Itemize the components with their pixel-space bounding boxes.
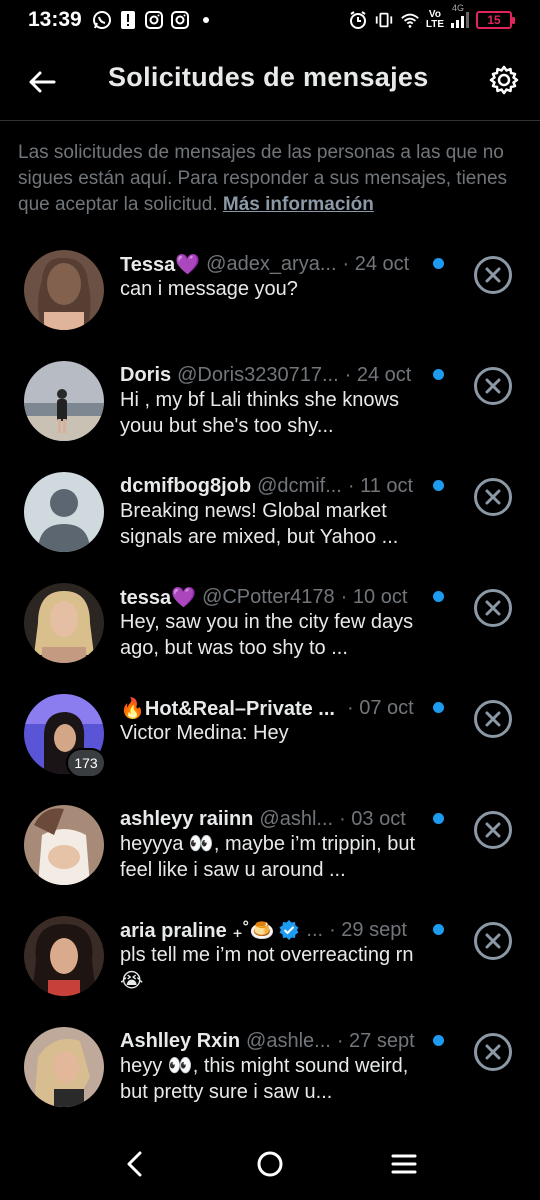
message-preview: Hey, saw you in the city few days ago, b…: [120, 611, 414, 659]
dismiss-button[interactable]: [473, 588, 513, 628]
request-date: · 07 oct: [346, 696, 414, 719]
avatar[interactable]: [24, 916, 104, 996]
sender-name: 🔥Hot&Real–Private ...: [120, 697, 335, 720]
sender-handle: @CPotter4178: [202, 585, 335, 608]
request-item[interactable]: ashleyy raiinn @ashl... · 03 oct heyyya …: [0, 805, 540, 916]
sender-name: dcmifbog8job: [120, 474, 252, 497]
sender-name: Ashlley Rxin: [120, 1029, 241, 1052]
dismiss-button[interactable]: [473, 1032, 513, 1072]
request-date: · 24 oct: [342, 252, 410, 275]
dismiss-button[interactable]: [473, 699, 513, 739]
whatsapp-icon: [92, 10, 112, 30]
request-item[interactable]: Ashlley Rxin @ashle... · 27 sept heyy 👀,…: [0, 1027, 540, 1138]
nav-home-button[interactable]: [250, 1146, 290, 1182]
unread-dot: [433, 591, 444, 602]
dismiss-button[interactable]: [473, 255, 513, 295]
message-preview: heyy 👀, this might sound weird, but pret…: [120, 1055, 409, 1103]
avatar[interactable]: [24, 250, 104, 330]
arrow-left-icon: [29, 71, 56, 93]
request-date: · 24 oct: [344, 363, 412, 386]
nav-home-icon: [257, 1151, 283, 1177]
header-divider: [0, 120, 540, 121]
avatar[interactable]: [24, 583, 104, 663]
sender-handle: @ashle...: [246, 1029, 331, 1052]
dismiss-button[interactable]: [473, 477, 513, 517]
network-label: Vo LTE: [426, 10, 444, 30]
avatar[interactable]: [24, 361, 104, 441]
net-type-label: 4G: [452, 3, 465, 13]
request-item[interactable]: 173 🔥Hot&Real–Private ... · 07 oct Victo…: [0, 694, 540, 805]
back-button[interactable]: [22, 62, 62, 102]
instagram-icon: [144, 10, 164, 30]
verified-badge-icon: [279, 920, 299, 940]
vibrate-icon: [374, 10, 394, 30]
status-bar: 13:39 Vo LTE 4G 15: [0, 0, 540, 40]
request-date: · 10 oct: [340, 585, 408, 608]
signal-icon: 4G: [450, 3, 470, 29]
battery-icon: 15: [476, 11, 515, 29]
unread-dot: [433, 813, 444, 824]
request-date: · 27 sept: [336, 1029, 415, 1052]
message-preview: can i message you?: [120, 278, 298, 300]
message-preview: Breaking news! Global market signals are…: [120, 500, 399, 548]
unread-dot: [433, 702, 444, 713]
status-time: 13:39: [28, 8, 82, 31]
system-nav-bar: [0, 1130, 540, 1200]
request-item[interactable]: tessa💜 @CPotter4178 · 10 oct Hey, saw yo…: [0, 583, 540, 694]
unread-dot: [433, 1035, 444, 1046]
sender-name: Doris: [120, 363, 172, 386]
request-item[interactable]: Tessa💜 @adex_arya... · 24 oct can i mess…: [0, 250, 540, 361]
dismiss-button[interactable]: [473, 810, 513, 850]
sender-handle: @Doris3230717...: [177, 363, 339, 386]
avatar[interactable]: [24, 1027, 104, 1107]
nav-menu-icon: [391, 1154, 417, 1174]
request-item[interactable]: aria praline ₊˚🍮 ... · 29 sept pls tell …: [0, 916, 540, 1027]
sender-name: ashleyy raiinn: [120, 807, 254, 830]
avatar[interactable]: [24, 805, 104, 885]
message-preview: Hi , my bf Lali thinks she knows youu bu…: [120, 389, 399, 437]
page-title: Solicitudes de mensajes: [108, 62, 429, 92]
sender-handle: @ashl...: [259, 807, 334, 830]
dismiss-button[interactable]: [473, 921, 513, 961]
header: Solicitudes de mensajes: [0, 40, 540, 120]
request-item[interactable]: dcmifbog8job @dcmif... · 11 oct Breaking…: [0, 472, 540, 583]
message-preview: pls tell me i’m not overreacting rn 😭: [120, 944, 414, 992]
sender-name: Tessa💜: [120, 253, 201, 276]
sender-handle: @adex_arya...: [206, 252, 337, 275]
request-date: · 29 sept: [329, 918, 407, 941]
instagram-icon: [170, 10, 190, 30]
sender-name: aria praline ₊˚🍮: [120, 919, 275, 942]
member-count-badge: 173: [66, 748, 106, 778]
wifi-icon: [400, 10, 420, 30]
request-date: · 11 oct: [347, 474, 414, 497]
message-preview: heyyya 👀, maybe i’m trippin, but feel li…: [120, 833, 416, 881]
sender-handle: ...: [306, 918, 324, 941]
dismiss-button[interactable]: [473, 366, 513, 406]
dot-icon: [196, 10, 216, 30]
message-preview: Victor Medina: Hey: [120, 722, 289, 744]
request-item[interactable]: Doris @Doris3230717... · 24 oct Hi , my …: [0, 361, 540, 472]
nav-menu-button[interactable]: [384, 1146, 424, 1182]
sender-name: tessa💜: [120, 586, 197, 609]
info-text: Las solicitudes de mensajes de las perso…: [18, 140, 518, 218]
more-info-link[interactable]: Más información: [223, 194, 374, 215]
gear-icon: [489, 65, 519, 95]
alert-icon: [118, 10, 138, 30]
sender-handle: @dcmif...: [257, 474, 342, 497]
unread-dot: [433, 258, 444, 269]
unread-dot: [433, 924, 444, 935]
alarm-icon: [348, 10, 368, 30]
settings-button[interactable]: [484, 60, 524, 100]
nav-back-icon: [127, 1151, 142, 1177]
net-bottom-label: LTE: [425, 19, 444, 30]
request-date: · 03 oct: [339, 807, 406, 830]
unread-dot: [433, 480, 444, 491]
default-avatar-icon[interactable]: [24, 472, 104, 552]
battery-level: 15: [487, 13, 501, 27]
unread-dot: [433, 369, 444, 380]
nav-back-button[interactable]: [114, 1146, 154, 1182]
